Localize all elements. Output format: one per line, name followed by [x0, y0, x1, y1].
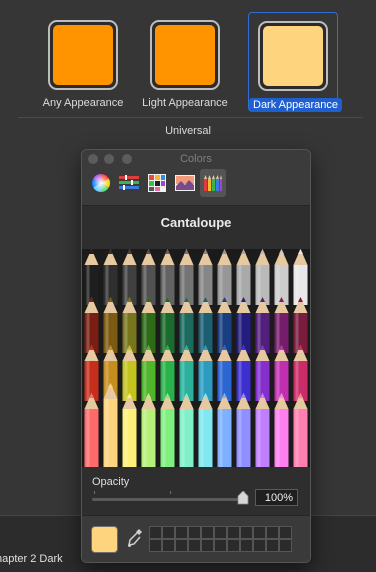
any-appearance-label: Any Appearance [42, 97, 124, 109]
swatch-well[interactable] [201, 539, 214, 552]
dark-appearance-label: Dark Appearance [249, 98, 342, 112]
swatch-well[interactable] [214, 526, 227, 539]
color-sliders-tab[interactable] [116, 169, 142, 197]
pencils-tab[interactable] [200, 169, 226, 197]
document-tab-label[interactable]: hapter 2 Dark [0, 553, 63, 565]
colors-panel: Colors Cantaloupe Opacity 100% [81, 149, 311, 563]
appearance-divider [18, 117, 363, 118]
light-appearance-well[interactable] [150, 20, 220, 90]
any-appearance-well[interactable] [48, 20, 118, 90]
image-palettes-tab[interactable] [172, 169, 198, 197]
any-appearance-color [53, 25, 113, 85]
swatch-well[interactable] [279, 526, 292, 539]
swatch-well[interactable] [149, 526, 162, 539]
opacity-slider-thumb[interactable] [237, 491, 249, 505]
pencils-icon [204, 175, 222, 191]
eyedropper-icon[interactable] [127, 528, 143, 548]
color-palettes-icon [148, 174, 166, 192]
opacity-label: Opacity [92, 476, 130, 488]
dark-appearance-well[interactable] [258, 21, 328, 91]
swatch-well[interactable] [227, 526, 240, 539]
colors-panel-title: Colors [180, 153, 212, 165]
universal-group-label: Universal [165, 125, 211, 137]
pencils-grid[interactable] [82, 249, 310, 467]
colors-panel-footer [82, 515, 310, 562]
swatch-well[interactable] [162, 539, 175, 552]
swatch-well[interactable] [188, 539, 201, 552]
colors-panel-titlebar[interactable]: Colors [82, 150, 310, 206]
color-wheel-tab[interactable] [88, 169, 114, 197]
swatch-well[interactable] [227, 539, 240, 552]
swatch-well[interactable] [175, 526, 188, 539]
color-swatch-wells[interactable] [149, 526, 292, 552]
opacity-slider[interactable] [92, 498, 242, 501]
swatch-well[interactable] [266, 539, 279, 552]
swatch-well[interactable] [201, 526, 214, 539]
color-sliders-icon [119, 175, 139, 190]
swatch-well[interactable] [266, 526, 279, 539]
opacity-tick [170, 491, 171, 494]
any-appearance-swatch[interactable]: Any Appearance [36, 14, 130, 109]
pencil[interactable] [103, 383, 118, 467]
swatch-well[interactable] [149, 539, 162, 552]
image-palettes-icon [175, 175, 195, 191]
dark-appearance-color [263, 26, 323, 86]
selected-color-name: Cantaloupe [160, 215, 232, 230]
light-appearance-color [155, 25, 215, 85]
swatch-well[interactable] [253, 539, 266, 552]
swatch-well[interactable] [279, 539, 292, 552]
swatch-well[interactable] [175, 539, 188, 552]
swatch-well[interactable] [188, 526, 201, 539]
swatch-well[interactable] [253, 526, 266, 539]
current-color-well[interactable] [91, 526, 118, 553]
dark-appearance-swatch[interactable]: Dark Appearance [248, 12, 342, 112]
swatch-well[interactable] [240, 539, 253, 552]
light-appearance-label: Light Appearance [142, 97, 228, 109]
color-wheel-icon [91, 174, 111, 192]
swatch-well[interactable] [162, 526, 175, 539]
swatch-well[interactable] [214, 539, 227, 552]
light-appearance-swatch[interactable]: Light Appearance [134, 14, 236, 109]
color-palettes-tab[interactable] [144, 169, 170, 197]
swatch-well[interactable] [240, 526, 253, 539]
opacity-field[interactable]: 100% [255, 489, 298, 506]
opacity-tick [94, 491, 95, 494]
